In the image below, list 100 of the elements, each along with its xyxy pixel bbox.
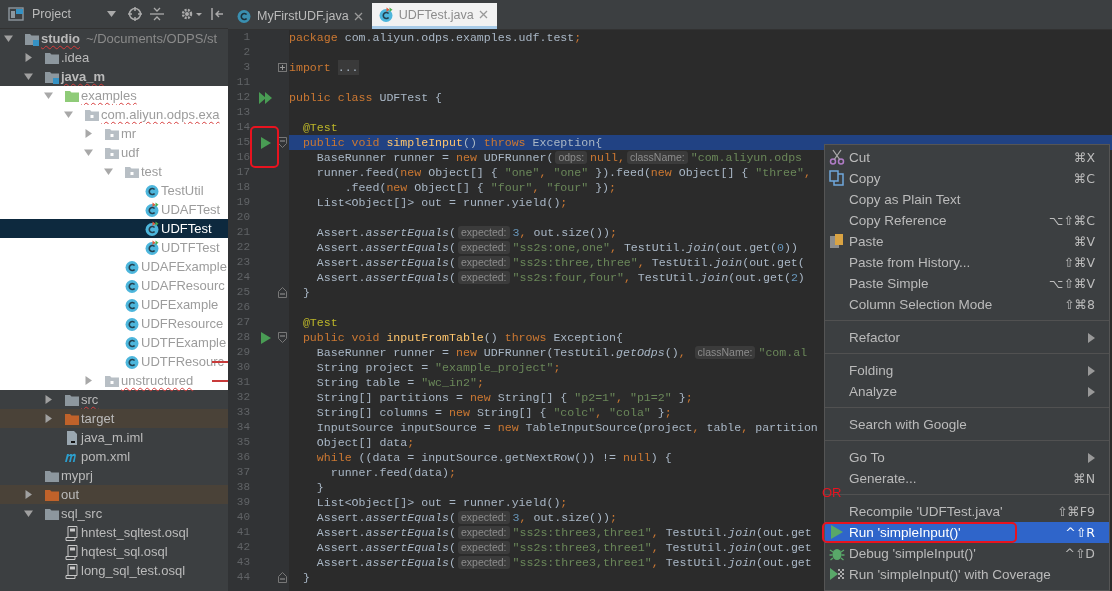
test-class-icon bbox=[144, 239, 160, 256]
tree-item[interactable]: java_m.iml bbox=[0, 428, 228, 447]
code-line: Assert.assertEquals( expected: "ss2s:three3,three1", TestUtil.join(out.get bbox=[315, 540, 812, 555]
menu-item[interactable]: Run 'simpleInput()' with Coverage bbox=[825, 564, 1109, 585]
tree-item[interactable]: src bbox=[0, 390, 228, 409]
collapsed-arrow-icon[interactable] bbox=[44, 395, 53, 404]
collapse-all-icon[interactable] bbox=[149, 7, 164, 21]
menu-item[interactable]: Folding bbox=[825, 360, 1109, 381]
tree-item[interactable]: udf bbox=[0, 143, 228, 162]
tree-item[interactable]: .idea bbox=[0, 48, 228, 67]
project-view-dropdown[interactable]: Project bbox=[32, 7, 116, 21]
close-icon[interactable] bbox=[478, 10, 488, 19]
menu-item[interactable]: Search with Google bbox=[825, 414, 1109, 435]
error-underlined-label: java_m bbox=[61, 69, 106, 84]
code-line: BaseRunner runner = new UDFRunner( odps: null, className: "com.aliyun.odps bbox=[315, 150, 803, 165]
code-line: } bbox=[301, 570, 310, 585]
expand-fold-icon[interactable] bbox=[278, 63, 287, 72]
code-line: } bbox=[315, 480, 324, 495]
collapsed-arrow-icon[interactable] bbox=[84, 129, 93, 138]
tree-item[interactable]: long_sql_test.osql bbox=[0, 561, 228, 580]
tree-item[interactable]: target bbox=[0, 409, 228, 428]
editor-tab[interactable]: UDFTest.java bbox=[371, 3, 497, 29]
expanded-arrow-icon[interactable] bbox=[24, 509, 33, 518]
class-icon bbox=[124, 353, 140, 370]
error-underlined-label: examples bbox=[81, 88, 137, 103]
code-line: runner.feed(new Object[] { "one", "one" }).feed(new Object[] { "three", bbox=[315, 165, 811, 180]
code-line: public class UDFTest { bbox=[289, 90, 443, 105]
collapse-fold-icon[interactable] bbox=[278, 137, 287, 148]
collapse-fold-icon[interactable] bbox=[278, 332, 287, 343]
run-icon[interactable] bbox=[261, 331, 271, 344]
code-line: List<Object[]> out = runner.yield(); bbox=[315, 495, 568, 510]
menu-item[interactable]: Paste Simple ⌥⇧⌘V bbox=[825, 273, 1109, 294]
menu-item[interactable]: Cut ⌘X bbox=[825, 147, 1109, 168]
expanded-arrow-icon[interactable] bbox=[44, 91, 53, 100]
caret-icon bbox=[106, 11, 116, 17]
test-class-icon bbox=[377, 6, 394, 23]
menu-item[interactable]: Paste from History... ⇧⌘V bbox=[825, 252, 1109, 273]
class-icon bbox=[124, 296, 140, 313]
code-line: Object[] data; bbox=[315, 435, 415, 450]
code-line: List<Object[]> out = runner.yield(); bbox=[315, 195, 568, 210]
settings-icon[interactable] bbox=[179, 7, 202, 21]
menu-item[interactable]: Paste ⌘V bbox=[825, 231, 1109, 252]
close-icon[interactable] bbox=[353, 11, 363, 21]
tree-item[interactable]: pom.xml bbox=[0, 447, 228, 466]
expanded-arrow-icon[interactable] bbox=[84, 148, 93, 157]
locate-icon[interactable] bbox=[127, 7, 142, 21]
fold-end-icon[interactable] bbox=[278, 287, 287, 298]
menu-item[interactable]: Debug 'simpleInput()' ^⇧D bbox=[825, 543, 1109, 564]
expanded-arrow-icon[interactable] bbox=[104, 167, 113, 176]
tree-item[interactable]: com.aliyun.odps.exa bbox=[0, 105, 228, 124]
tree-item[interactable]: UDFTest bbox=[0, 219, 228, 238]
clipboard-icon bbox=[829, 233, 845, 249]
scissors-icon bbox=[829, 149, 845, 165]
test-class-icon bbox=[144, 220, 160, 237]
tree-item[interactable]: out bbox=[0, 485, 228, 504]
menu-item[interactable]: Copy ⌘C bbox=[825, 168, 1109, 189]
expanded-arrow-icon[interactable] bbox=[4, 34, 13, 43]
collapsed-arrow-icon[interactable] bbox=[44, 414, 53, 423]
menu-item[interactable]: Recompile 'UDFTest.java' ⇧⌘F9 bbox=[825, 501, 1109, 522]
code-line: Assert.assertEquals( expected: "ss2s:three3,three1", TestUtil.join(out.get bbox=[315, 555, 812, 570]
code-line: package com.aliyun.odps.examples.udf.test; bbox=[289, 30, 582, 45]
tree-item[interactable]: sql_src bbox=[0, 504, 228, 523]
menu-item[interactable]: Column Selection Mode ⇧⌘8 bbox=[825, 294, 1109, 315]
menu-item[interactable]: Generate... ⌘N bbox=[825, 468, 1109, 489]
error-underlined-label: unstructured bbox=[121, 373, 194, 388]
menu-item[interactable]: Go To bbox=[825, 447, 1109, 468]
code-line: public void simpleInput() throws Exception{ bbox=[301, 135, 603, 150]
tree-item[interactable]: hntest_sqltest.osql bbox=[0, 523, 228, 542]
copy-icon bbox=[829, 170, 845, 186]
menu-item[interactable]: Copy as Plain Text bbox=[825, 189, 1109, 210]
tree-item[interactable]: test bbox=[0, 162, 228, 181]
tree-item[interactable]: studio ~/Documents/ODPS/st bbox=[0, 29, 228, 48]
expanded-arrow-icon[interactable] bbox=[24, 72, 33, 81]
code-line: Assert.assertEquals( expected: "ss2s:three,three", TestUtil.join(out.get( bbox=[315, 255, 805, 270]
double-run-icon[interactable] bbox=[259, 91, 273, 104]
code-line: BaseRunner runner = new UDFRunner(TestUtil.getOdps(), className: "com.al bbox=[315, 345, 808, 360]
class-icon bbox=[124, 315, 140, 332]
run-icon[interactable] bbox=[261, 136, 271, 149]
menu-item[interactable]: Copy Reference ⌥⇧⌘C bbox=[825, 210, 1109, 231]
menu-item[interactable]: Analyze bbox=[825, 381, 1109, 402]
code-line: @Test bbox=[301, 315, 338, 330]
class-icon bbox=[236, 8, 252, 24]
class-icon bbox=[124, 277, 140, 294]
code-line: Assert.assertEquals( expected: "ss2s:one,one", TestUtil.join(out.get(0)) bbox=[315, 240, 798, 255]
class-icon bbox=[144, 182, 160, 199]
menu-item[interactable]: Refactor bbox=[825, 327, 1109, 348]
expanded-arrow-icon[interactable] bbox=[64, 110, 73, 119]
collapsed-arrow-icon[interactable] bbox=[24, 53, 33, 62]
fold-end-icon[interactable] bbox=[278, 572, 287, 583]
tree-item[interactable]: hqtest_sql.osql bbox=[0, 542, 228, 561]
tree-item[interactable]: java_m bbox=[0, 67, 228, 86]
hide-panel-icon[interactable] bbox=[209, 7, 224, 21]
tree-item[interactable]: myprj bbox=[0, 466, 228, 485]
collapsed-arrow-icon[interactable] bbox=[84, 376, 93, 385]
tree-item[interactable]: unstructured bbox=[0, 371, 228, 390]
editor-tab[interactable]: MyFirstUDF.java bbox=[230, 3, 372, 29]
test-class-icon bbox=[144, 201, 160, 218]
collapsed-arrow-icon[interactable] bbox=[24, 490, 33, 499]
code-line: @Test bbox=[301, 120, 338, 135]
error-underlined-label: src bbox=[81, 392, 99, 407]
